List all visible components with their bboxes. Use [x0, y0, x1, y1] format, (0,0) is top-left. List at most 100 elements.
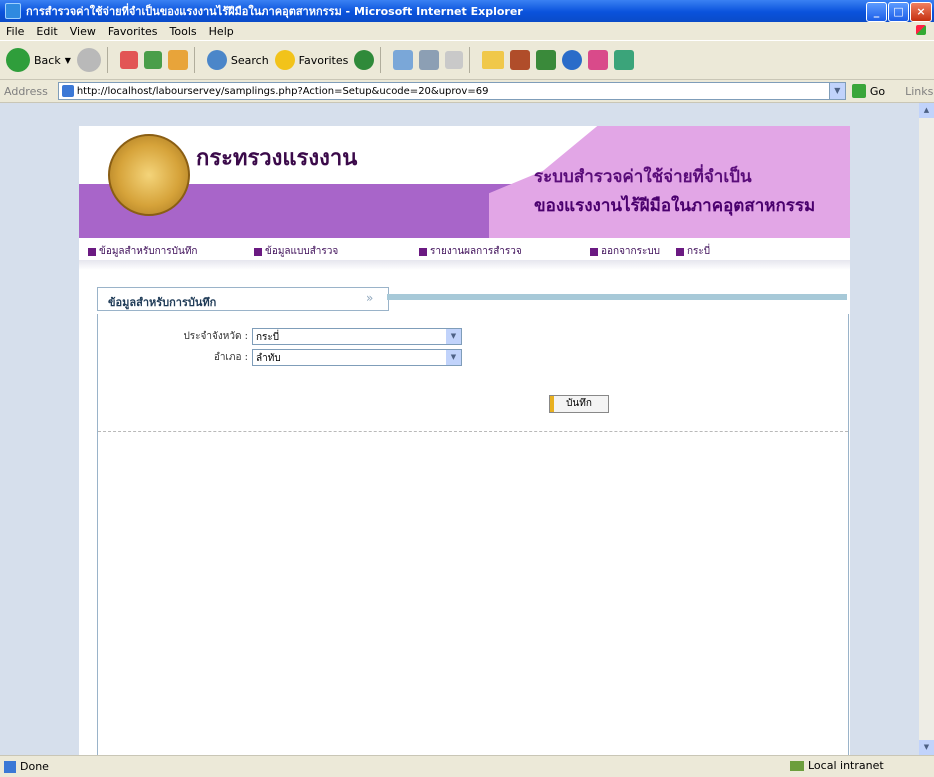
dashed-divider: [98, 431, 848, 432]
links-button[interactable]: Links: [905, 85, 933, 98]
ministry-name: กระทรวงแรงงาน: [196, 146, 358, 171]
province-row: ประจำจังหวัด : กระบี่ ▼: [98, 328, 462, 345]
browser-toolbar: Back ▼ Search Favorites: [0, 41, 934, 80]
menu-edit[interactable]: Edit: [30, 25, 63, 38]
address-url[interactable]: http://localhost/labourservey/samplings.…: [77, 86, 489, 97]
home-icon: [167, 50, 188, 70]
page-icon: [61, 85, 74, 97]
nav-label: ข้อมูลสำหรับการบันทึก: [99, 246, 198, 257]
intranet-icon: [790, 760, 804, 771]
paint-button[interactable]: [588, 50, 609, 70]
mail-icon: [393, 50, 414, 70]
bullet-icon: [419, 247, 427, 256]
nav-item-survey-report[interactable]: รายงานผลการสำรวจ: [419, 244, 522, 259]
search-button[interactable]: Search: [206, 50, 269, 70]
address-bar: Address http://localhost/labourservey/sa…: [0, 80, 934, 103]
vertical-scrollbar[interactable]: ▲ ▼: [919, 103, 934, 755]
edit-button[interactable]: [445, 51, 464, 69]
research-button[interactable]: [510, 50, 531, 70]
chevron-down-icon[interactable]: ▼: [446, 350, 461, 365]
scroll-down-icon[interactable]: ▼: [919, 740, 934, 755]
page-viewport: กระทรวงแรงงาน ระบบสำรวจค่าใช้จ่ายที่จำเป…: [0, 103, 919, 755]
menu-bar: File Edit View Favorites Tools Help: [0, 22, 934, 41]
print-icon: [419, 50, 440, 70]
back-button[interactable]: Back ▼: [6, 48, 71, 72]
toolbar-separator: [380, 47, 382, 73]
nav-label: กระบี่: [687, 246, 711, 257]
menu-view[interactable]: View: [64, 25, 102, 38]
system-title-line2: ของแรงงานไร้ฝีมือในภาคอุตสาหกรรม: [534, 196, 816, 216]
tools-button[interactable]: [614, 50, 635, 70]
web-page: กระทรวงแรงงาน ระบบสำรวจค่าใช้จ่ายที่จำเป…: [79, 126, 850, 755]
close-button[interactable]: ×: [910, 2, 932, 22]
nav-label: รายงานผลการสำรวจ: [430, 246, 522, 257]
media-button[interactable]: [562, 50, 583, 70]
ie-icon: [5, 3, 21, 19]
menu-file[interactable]: File: [0, 25, 30, 38]
bullet-icon: [590, 247, 598, 256]
panel-body: ประจำจังหวัด : กระบี่ ▼ อำเภอ : ลำทับ ▼ …: [97, 314, 849, 755]
address-input[interactable]: http://localhost/labourservey/samplings.…: [57, 82, 846, 100]
save-button[interactable]: บันทึก: [549, 395, 609, 413]
bullet-icon: [88, 247, 96, 256]
menu-tools[interactable]: Tools: [164, 25, 203, 38]
menu-favorites[interactable]: Favorites: [102, 25, 164, 38]
double-chevron-icon: »: [366, 291, 374, 305]
chevron-down-icon[interactable]: ▼: [446, 329, 461, 344]
scroll-up-icon[interactable]: ▲: [919, 103, 934, 118]
windows-logo-icon: [906, 22, 934, 40]
folder-button[interactable]: [482, 51, 505, 69]
panel-header: ข้อมูลสำหรับการบันทึก »: [97, 287, 847, 313]
page-done-icon: [4, 760, 16, 773]
forward-arrow-icon: [76, 48, 101, 72]
go-arrow-icon[interactable]: [851, 84, 866, 98]
window-titlebar: การสำรวจค่าใช้จ่ายที่จำเป็นของแรงงานไร้ฝ…: [0, 0, 934, 22]
history-icon: [354, 50, 375, 70]
site-banner: กระทรวงแรงงาน ระบบสำรวจค่าใช้จ่ายที่จำเป…: [79, 126, 850, 238]
status-bar: Done Local intranet: [0, 755, 934, 777]
panel-title: ข้อมูลสำหรับการบันทึก: [108, 296, 217, 309]
history-button[interactable]: [354, 50, 375, 70]
stop-icon: [119, 51, 138, 69]
refresh-button[interactable]: [143, 51, 162, 69]
address-dropdown-icon[interactable]: ▼: [828, 83, 845, 99]
favorites-button[interactable]: Favorites: [274, 50, 348, 70]
go-button[interactable]: Go: [870, 85, 885, 98]
district-row: อำเภอ : ลำทับ ▼: [98, 349, 462, 366]
mail-button[interactable]: [393, 50, 414, 70]
back-arrow-icon: [6, 48, 30, 72]
zone-text: Local intranet: [808, 759, 884, 772]
forward-button[interactable]: [76, 48, 101, 72]
nav-label: ข้อมูลแบบสำรวจ: [265, 246, 339, 257]
toolbar-separator: [106, 47, 108, 73]
paint-icon: [588, 50, 609, 70]
print-button[interactable]: [419, 50, 440, 70]
tools-icon: [614, 50, 635, 70]
media-icon: [562, 50, 583, 70]
province-select[interactable]: กระบี่ ▼: [252, 328, 462, 345]
nav-item-record-data[interactable]: ข้อมูลสำหรับการบันทึก: [88, 244, 197, 259]
ministry-seal-logo: [108, 134, 190, 216]
menu-help[interactable]: Help: [203, 25, 240, 38]
minimize-button[interactable]: _: [866, 2, 887, 22]
search-icon: [206, 50, 227, 70]
district-select[interactable]: ลำทับ ▼: [252, 349, 462, 366]
district-value: ลำทับ: [256, 353, 281, 364]
search-label: Search: [230, 53, 269, 67]
maximize-button[interactable]: □: [888, 2, 909, 22]
toolbar-separator: [469, 47, 471, 73]
panel-tab: ข้อมูลสำหรับการบันทึก »: [97, 287, 389, 311]
book-icon: [510, 50, 531, 70]
home-button[interactable]: [167, 50, 188, 70]
panel-header-line: [387, 294, 847, 300]
nav-item-province: กระบี่: [676, 244, 710, 259]
back-label: Back: [34, 53, 61, 67]
stop-button[interactable]: [119, 51, 138, 69]
nav-label: ออกจากระบบ: [601, 246, 661, 257]
bullet-icon: [676, 247, 684, 256]
nav-item-survey-data[interactable]: ข้อมูลแบบสำรวจ: [254, 244, 338, 259]
address-label: Address: [4, 84, 48, 98]
dropdown-arrow-icon[interactable]: ▼: [65, 56, 71, 65]
nav-item-logout[interactable]: ออกจากระบบ: [590, 244, 660, 259]
messenger-button[interactable]: [536, 50, 557, 70]
